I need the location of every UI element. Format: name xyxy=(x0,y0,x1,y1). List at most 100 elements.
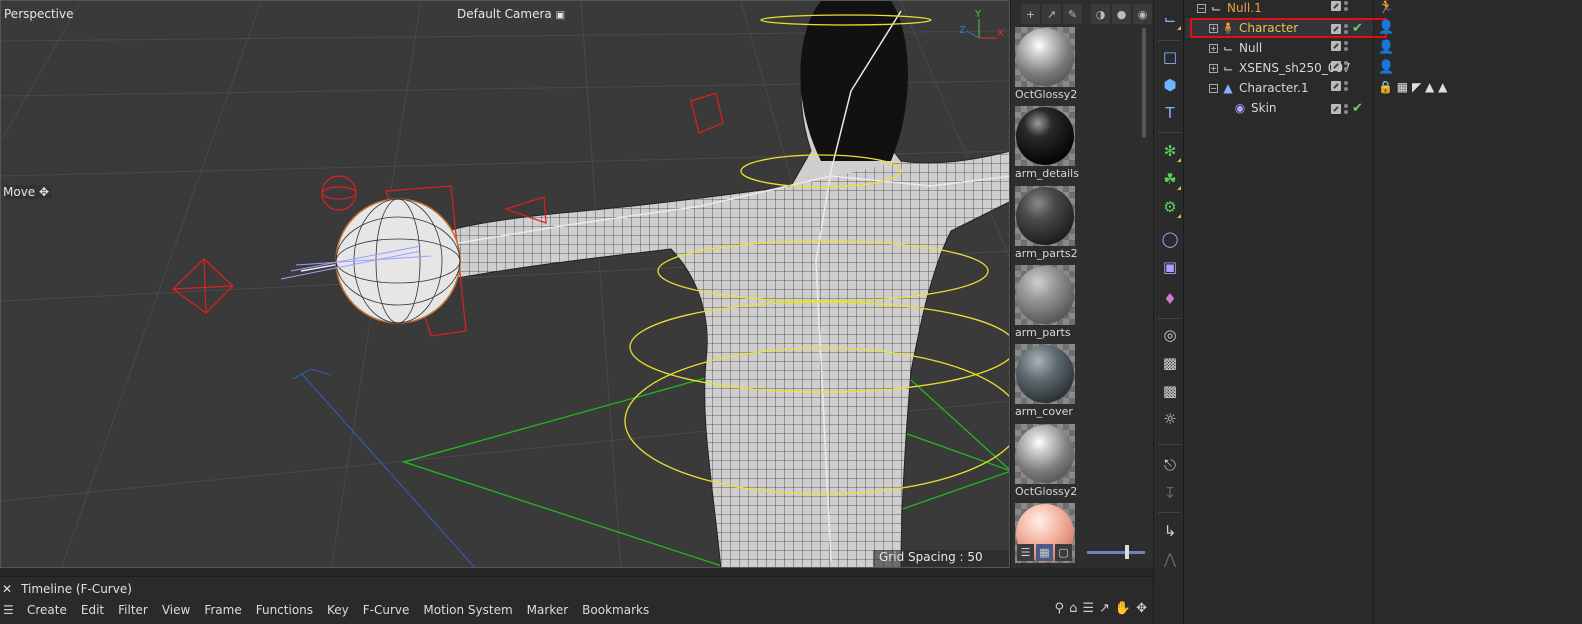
hierarchy-link-icon[interactable]: ↳ xyxy=(1159,520,1181,542)
material-item[interactable]: arm_parts xyxy=(1015,264,1075,339)
object-tags-divider xyxy=(1373,0,1374,624)
object-name[interactable]: Character.1 xyxy=(1239,81,1309,95)
workplane-icon[interactable]: ⌙ xyxy=(1159,8,1181,30)
search-icon[interactable]: ⚲ xyxy=(1055,601,1065,616)
close-icon[interactable]: ✕ xyxy=(2,582,12,596)
volume-icon[interactable]: ▣ xyxy=(1159,256,1181,278)
expand-icon[interactable]: + xyxy=(1209,43,1218,53)
arrow-icon[interactable]: ↗ xyxy=(1042,4,1061,24)
camera-target-icon[interactable]: ▩ xyxy=(1159,380,1181,402)
menu-item-frame[interactable]: Frame xyxy=(204,603,241,617)
view-mode-label[interactable]: Perspective xyxy=(4,7,74,21)
layer-edit-icon[interactable] xyxy=(1331,61,1341,71)
layer-edit-icon[interactable] xyxy=(1331,41,1341,51)
menu-item-functions[interactable]: Functions xyxy=(256,603,313,617)
menu-item-edit[interactable]: Edit xyxy=(81,603,104,617)
render-preview-icon[interactable]: ◑ xyxy=(1091,4,1110,24)
object-name[interactable]: Skin xyxy=(1251,101,1277,115)
material-item[interactable]: OctGlossy2 xyxy=(1015,423,1077,498)
mograph-icon[interactable]: ☘ xyxy=(1159,168,1181,190)
person-icon[interactable]: 👤 xyxy=(1378,60,1394,75)
thumbnail-size-slider-knob[interactable] xyxy=(1125,545,1129,559)
add-material-icon[interactable]: + xyxy=(1021,4,1040,24)
phong-tag-icon[interactable]: ◤ xyxy=(1412,80,1421,94)
shaded-preview-icon[interactable]: ◉ xyxy=(1133,4,1152,24)
person-icon[interactable]: 👤 xyxy=(1378,40,1394,55)
visibility-dots-icon[interactable] xyxy=(1344,61,1349,71)
material-item[interactable]: arm_parts2 xyxy=(1015,185,1078,260)
deformer-gear-icon[interactable]: ⚙ xyxy=(1159,196,1181,218)
person-icon[interactable]: 👤 xyxy=(1378,20,1394,35)
object-row[interactable]: − ⌙ Null.1 xyxy=(1185,0,1373,18)
sphere-preview-icon[interactable]: ● xyxy=(1112,4,1131,24)
triangle-tag-icon[interactable]: ▲ xyxy=(1425,80,1434,94)
visibility-dots-icon[interactable] xyxy=(1344,103,1349,114)
move-tool-hud[interactable]: Move ✥ xyxy=(3,185,53,199)
eyedropper-icon[interactable]: ✎ xyxy=(1063,4,1082,24)
object-row[interactable]: + ⌙ XSENS_sh250_007 xyxy=(1185,58,1373,78)
expand-icon[interactable]: + xyxy=(1209,63,1218,73)
menu-item-motion-system[interactable]: Motion System xyxy=(423,603,512,617)
environment-globe-icon[interactable]: ◎ xyxy=(1159,324,1181,346)
camera-name: Default Camera xyxy=(457,7,552,21)
enabled-check-icon[interactable]: ✔ xyxy=(1352,101,1364,116)
hamburger-menu-icon[interactable]: ☰ xyxy=(3,603,17,617)
material-manager: + ↗ ✎ ◑ ● ◉ OctGlossy2 arm_details arm_par… xyxy=(1010,0,1153,568)
menu-item-filter[interactable]: Filter xyxy=(118,603,148,617)
home-icon[interactable]: ⌂ xyxy=(1069,601,1077,616)
object-row[interactable]: ◉ Skin ✔ xyxy=(1185,98,1373,118)
collapse-icon[interactable]: − xyxy=(1197,3,1206,13)
triangle-tag-icon[interactable]: ▲ xyxy=(1438,80,1447,94)
thumbnail-size-slider[interactable] xyxy=(1087,551,1145,554)
large-view-icon[interactable]: ▢ xyxy=(1055,544,1072,561)
visibility-dots-icon[interactable] xyxy=(1344,81,1349,91)
material-item[interactable]: OctGlossy2 xyxy=(1015,27,1077,101)
menu-item-marker[interactable]: Marker xyxy=(527,603,568,617)
text-spline-icon[interactable]: T xyxy=(1159,102,1181,124)
menu-item-view[interactable]: View xyxy=(162,603,190,617)
run-figure-icon[interactable]: 🏃 xyxy=(1378,0,1394,15)
move-arrows-icon[interactable]: ✥ xyxy=(1136,601,1147,616)
3d-viewport[interactable]: Y X Z Perspective Default Camera ▣ Move … xyxy=(0,0,1010,568)
effector-icon[interactable]: ♦ xyxy=(1159,288,1181,310)
menu-item-create[interactable]: Create xyxy=(27,603,67,617)
hierarchy-unlink-icon[interactable]: ⋀ xyxy=(1159,548,1181,570)
maximize-icon[interactable]: ↗ xyxy=(1099,601,1110,616)
object-tags[interactable]: 🔒 ▦ ◤ ▲ ▲ xyxy=(1378,80,1447,94)
camera-label[interactable]: Default Camera ▣ xyxy=(457,7,565,21)
object-row[interactable]: + ⌙ Null xyxy=(1185,38,1373,58)
list-view-icon[interactable]: ☰ xyxy=(1017,544,1034,561)
visibility-dots-icon[interactable] xyxy=(1344,1,1349,11)
generator-icon[interactable]: ✻ xyxy=(1159,140,1181,162)
grid-view-icon[interactable]: ▦ xyxy=(1036,544,1053,561)
viewport-scene[interactable]: Y X Z xyxy=(1,1,1010,568)
menu-item-f-curve[interactable]: F-Curve xyxy=(363,603,410,617)
material-item[interactable]: arm_details xyxy=(1015,106,1079,180)
snap-icon[interactable]: ⎋ xyxy=(1159,454,1181,476)
cube-outline-icon[interactable]: □ xyxy=(1159,46,1181,68)
collapse-icon[interactable]: − xyxy=(1209,83,1218,93)
lock-icon[interactable]: 🔒 xyxy=(1378,80,1393,94)
cube-primitive-icon[interactable]: ⬢ xyxy=(1159,74,1181,96)
download-icon[interactable]: ↧ xyxy=(1159,482,1181,504)
menu-item-key[interactable]: Key xyxy=(327,603,349,617)
layer-edit-icon[interactable] xyxy=(1331,103,1341,114)
filter-icon[interactable]: ☰ xyxy=(1082,601,1094,616)
camera-object-icon[interactable]: ▩ xyxy=(1159,352,1181,374)
layer-edit-icon[interactable] xyxy=(1331,81,1341,91)
object-row[interactable]: − ▲ Character.1 xyxy=(1185,78,1373,98)
material-item[interactable]: arm_cover xyxy=(1015,344,1075,418)
material-name: arm_parts2 xyxy=(1015,246,1078,260)
null-icon: ⌙ xyxy=(1222,61,1234,75)
material-scrollbar[interactable] xyxy=(1142,28,1146,138)
layer-edit-icon[interactable] xyxy=(1331,1,1341,11)
hand-pan-icon[interactable]: ✋ xyxy=(1115,601,1131,616)
object-name[interactable]: Null xyxy=(1239,41,1262,55)
object-name[interactable]: Null.1 xyxy=(1227,1,1262,15)
light-icon[interactable]: ☼ xyxy=(1159,408,1181,430)
checker-tag-icon[interactable]: ▦ xyxy=(1397,80,1408,94)
object-flags xyxy=(1331,1,1364,11)
field-icon[interactable]: ◯ xyxy=(1159,228,1181,250)
menu-item-bookmarks[interactable]: Bookmarks xyxy=(582,603,649,617)
visibility-dots-icon[interactable] xyxy=(1344,41,1349,51)
